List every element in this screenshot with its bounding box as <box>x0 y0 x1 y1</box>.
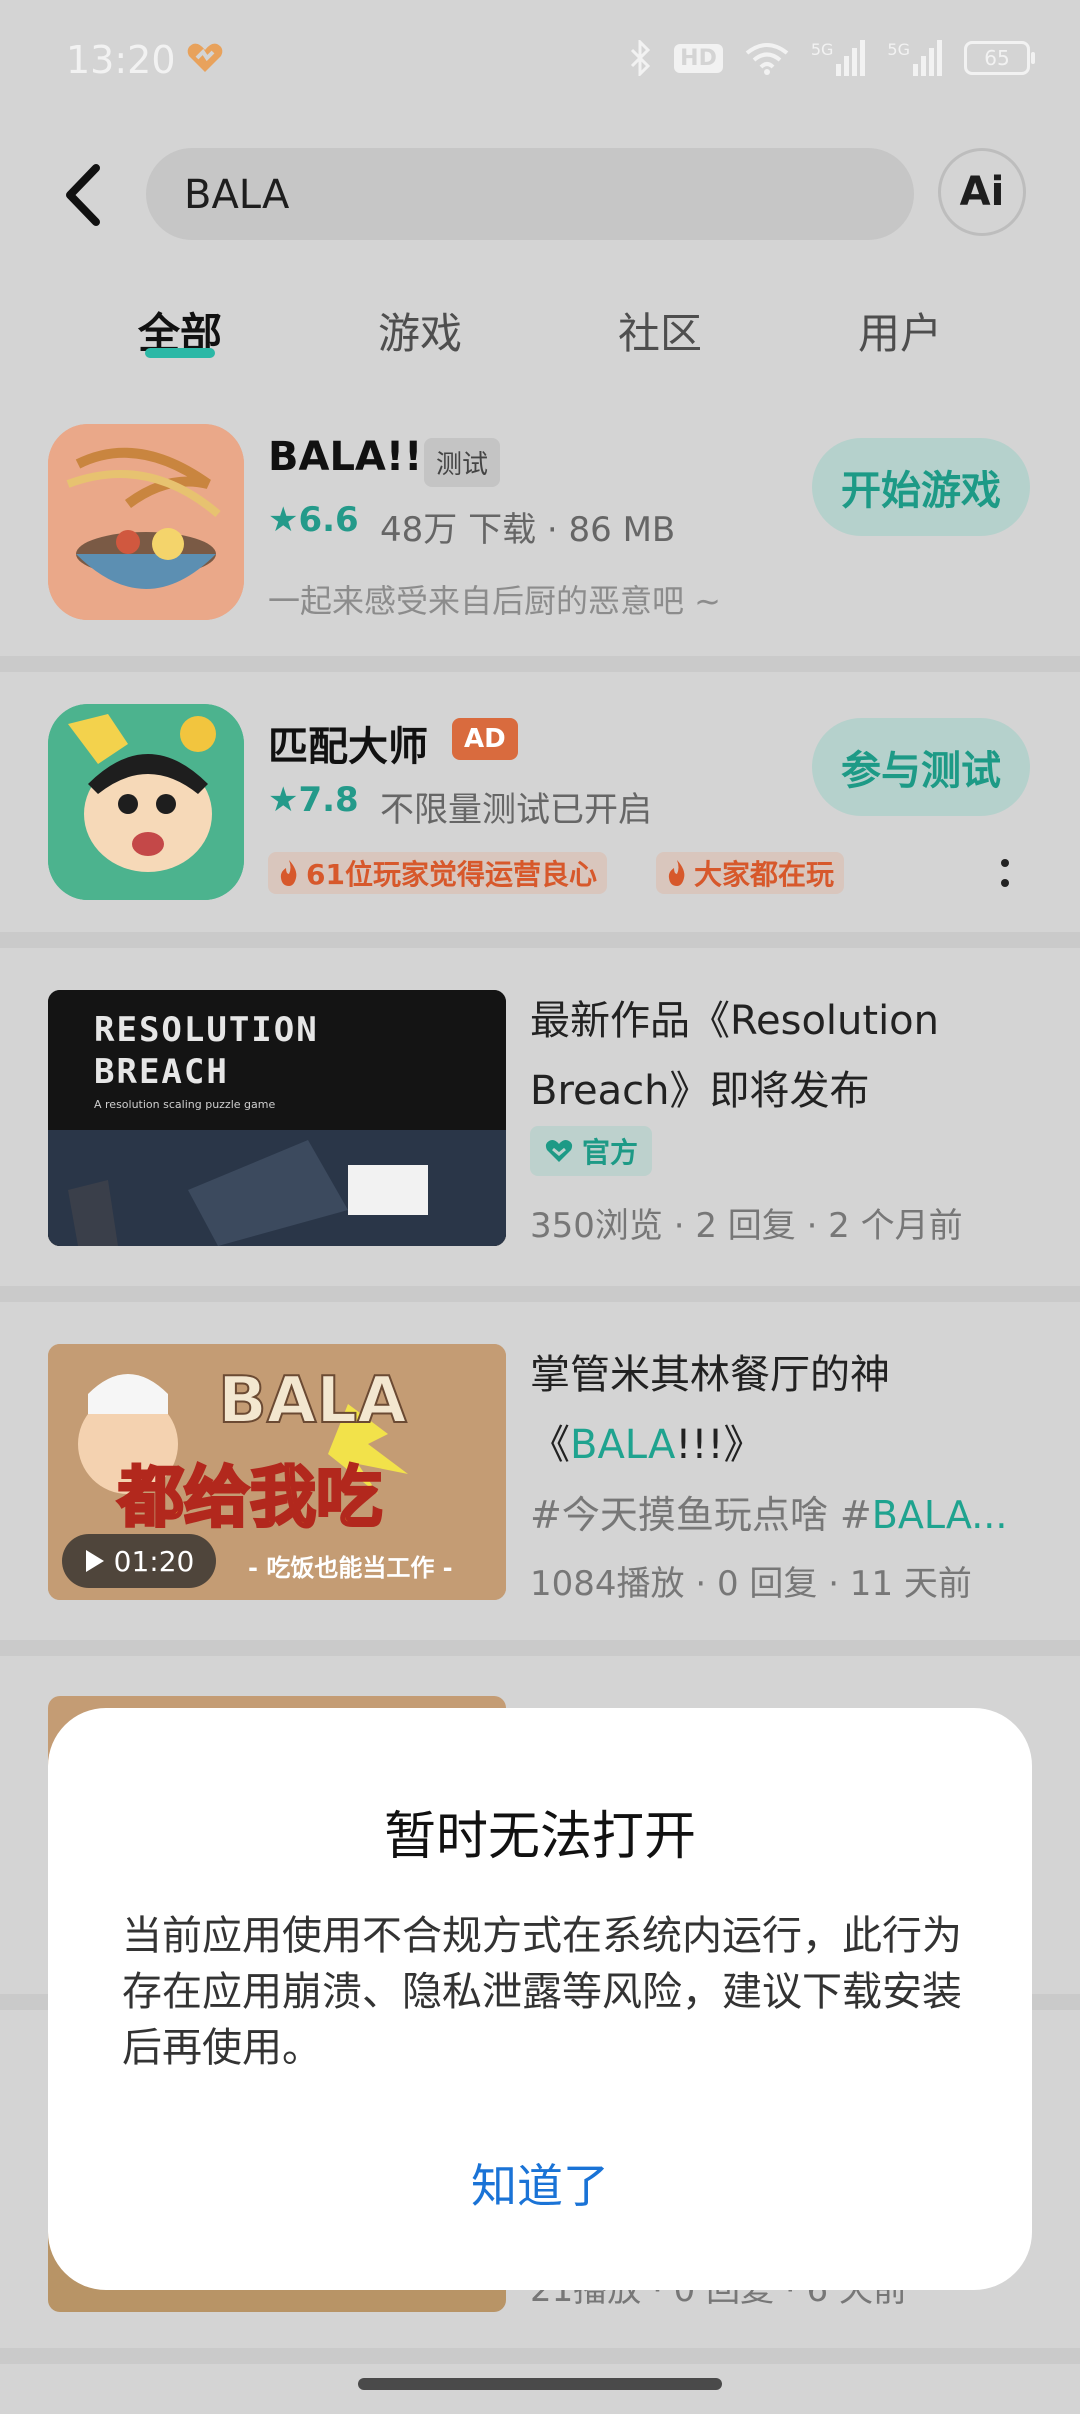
got-it-button[interactable]: 知道了 <box>440 2146 640 2226</box>
modal-overlay: 暂时无法打开 当前应用使用不合规方式在系统内运行，此行为存在应用崩溃、隐私泄露等… <box>0 0 1080 2414</box>
cannot-open-dialog: 暂时无法打开 当前应用使用不合规方式在系统内运行，此行为存在应用崩溃、隐私泄露等… <box>48 1708 1032 2290</box>
dialog-message: 当前应用使用不合规方式在系统内运行，此行为存在应用崩溃、隐私泄露等风险，建议下载… <box>122 1913 962 2071</box>
home-indicator[interactable] <box>358 2378 722 2390</box>
dialog-title: 暂时无法打开 <box>383 1807 696 1867</box>
